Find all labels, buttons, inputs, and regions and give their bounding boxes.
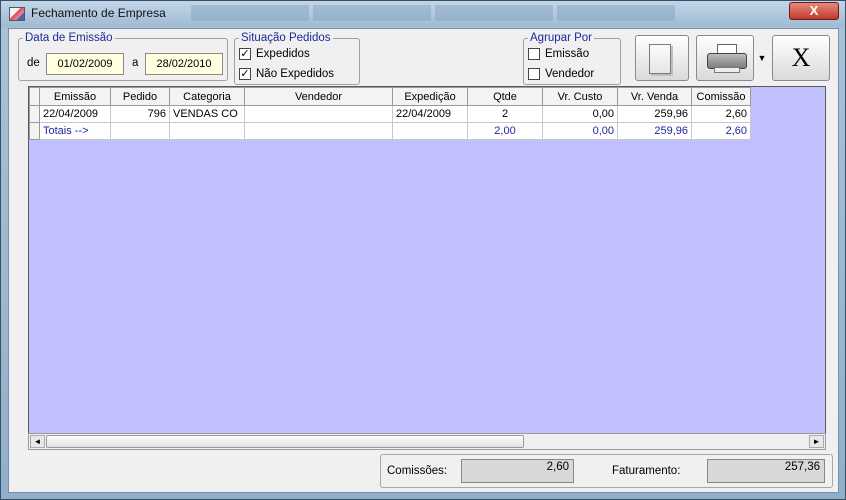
- background-tab: [435, 5, 553, 21]
- col-header-expedicao[interactable]: Expedição: [392, 87, 468, 106]
- agrupar-vendedor-checkbox-row[interactable]: Vendedor: [528, 68, 594, 80]
- agrupar-emissao-checkbox[interactable]: [528, 48, 540, 60]
- comissoes-label: Comissões:: [387, 465, 448, 477]
- col-header-pedido[interactable]: Pedido: [110, 87, 170, 106]
- cell-comissao[interactable]: 2,60: [691, 105, 751, 123]
- row-indicator-header: [29, 87, 40, 106]
- agrupar-vendedor-label: Vendedor: [545, 68, 595, 80]
- totals-vr-custo: 0,00: [542, 122, 618, 140]
- summary-panel: Comissões: 2,60 Faturamento: 257,36: [380, 454, 833, 488]
- row-indicator: [29, 105, 40, 123]
- totals-qtde: 2,00: [467, 122, 543, 140]
- cell-vr-custo[interactable]: 0,00: [542, 105, 618, 123]
- comissoes-value: 2,60: [461, 459, 574, 483]
- cell-vr-venda[interactable]: 259,96: [617, 105, 692, 123]
- orders-grid[interactable]: Emissão Pedido Categoria Vendedor Expedi…: [28, 86, 826, 450]
- expedidos-checkbox-row[interactable]: ✓ Expedidos: [239, 48, 310, 60]
- background-tab: [557, 5, 675, 21]
- window-close-button[interactable]: X: [789, 2, 839, 20]
- situacao-legend: Situação Pedidos: [241, 32, 331, 44]
- totals-vr-venda: 259,96: [617, 122, 692, 140]
- cell-qtde[interactable]: 2: [467, 105, 543, 123]
- window-client-area: Data de Emissão de 01/02/2009 a 28/02/20…: [8, 28, 839, 493]
- expedidos-label: Expedidos: [256, 48, 310, 60]
- totals-empty-cell: [110, 122, 170, 140]
- title-bar[interactable]: Fechamento de Empresa X: [1, 1, 845, 27]
- to-label: a: [132, 57, 139, 69]
- agrupar-emissao-label: Emissão: [545, 48, 590, 60]
- agrupar-vendedor-checkbox[interactable]: [528, 68, 540, 80]
- background-tabs: [191, 5, 675, 23]
- app-window: Fechamento de Empresa X Data de Emissão …: [0, 0, 846, 500]
- situacao-pedidos-group: Situação Pedidos ✓ Expedidos ✓ Não Exped…: [234, 32, 360, 85]
- app-icon: [9, 7, 25, 21]
- col-header-qtde[interactable]: Qtde: [467, 87, 543, 106]
- new-document-button[interactable]: [635, 35, 689, 81]
- cell-expedicao[interactable]: 22/04/2009: [392, 105, 468, 123]
- print-button[interactable]: [696, 35, 754, 81]
- totals-empty-cell: [392, 122, 468, 140]
- from-label: de: [27, 57, 40, 69]
- totals-empty-cell: [244, 122, 393, 140]
- col-header-vendedor[interactable]: Vendedor: [244, 87, 393, 106]
- agrupar-legend: Agrupar Por: [530, 32, 593, 44]
- print-options-dropdown[interactable]: ▼: [755, 35, 769, 81]
- cell-pedido[interactable]: 796: [110, 105, 170, 123]
- scroll-right-button[interactable]: ►: [809, 435, 824, 448]
- background-tab: [191, 5, 309, 21]
- totals-comissao: 2,60: [691, 122, 751, 140]
- table-row[interactable]: 22/04/2009 796 VENDAS CO 22/04/2009 2 0,…: [29, 105, 751, 123]
- window-title: Fechamento de Empresa: [31, 6, 166, 20]
- totals-empty-cell: [169, 122, 245, 140]
- faturamento-label: Faturamento:: [612, 465, 681, 477]
- scrollbar-thumb[interactable]: [46, 435, 524, 448]
- date-from-input[interactable]: 01/02/2009: [46, 53, 124, 75]
- nao-expedidos-label: Não Expedidos: [256, 68, 334, 80]
- scroll-left-button[interactable]: ◄: [30, 435, 45, 448]
- date-to-input[interactable]: 28/02/2010: [145, 53, 223, 75]
- col-header-comissao[interactable]: Comissão: [691, 87, 751, 106]
- orders-table: Emissão Pedido Categoria Vendedor Expedi…: [29, 87, 751, 140]
- background-tab: [313, 5, 431, 21]
- row-indicator: [29, 122, 40, 140]
- col-header-emissao[interactable]: Emissão: [39, 87, 111, 106]
- nao-expedidos-checkbox[interactable]: ✓: [239, 68, 251, 80]
- printer-icon: [705, 44, 749, 74]
- cell-vendedor[interactable]: [244, 105, 393, 123]
- data-emissao-group: Data de Emissão de 01/02/2009 a 28/02/20…: [18, 32, 228, 81]
- close-form-button[interactable]: X: [772, 35, 830, 81]
- horizontal-scrollbar[interactable]: ◄ ►: [28, 433, 826, 450]
- col-header-categoria[interactable]: Categoria: [169, 87, 245, 106]
- expedidos-checkbox[interactable]: ✓: [239, 48, 251, 60]
- totals-label: Totais -->: [39, 122, 111, 140]
- grid-header-row: Emissão Pedido Categoria Vendedor Expedi…: [29, 87, 751, 106]
- data-emissao-legend: Data de Emissão: [25, 32, 113, 44]
- agrupar-por-group: Agrupar Por Emissão Vendedor: [523, 32, 621, 85]
- document-icon: [649, 44, 671, 74]
- col-header-vr-custo[interactable]: Vr. Custo: [542, 87, 618, 106]
- totals-row: Totais --> 2,00 0,00 259,96 2,60: [29, 122, 751, 140]
- cell-categoria[interactable]: VENDAS CO: [169, 105, 245, 123]
- col-header-vr-venda[interactable]: Vr. Venda: [617, 87, 692, 106]
- faturamento-value: 257,36: [707, 459, 825, 483]
- agrupar-emissao-checkbox-row[interactable]: Emissão: [528, 48, 589, 60]
- cell-emissao[interactable]: 22/04/2009: [39, 105, 111, 123]
- nao-expedidos-checkbox-row[interactable]: ✓ Não Expedidos: [239, 68, 334, 80]
